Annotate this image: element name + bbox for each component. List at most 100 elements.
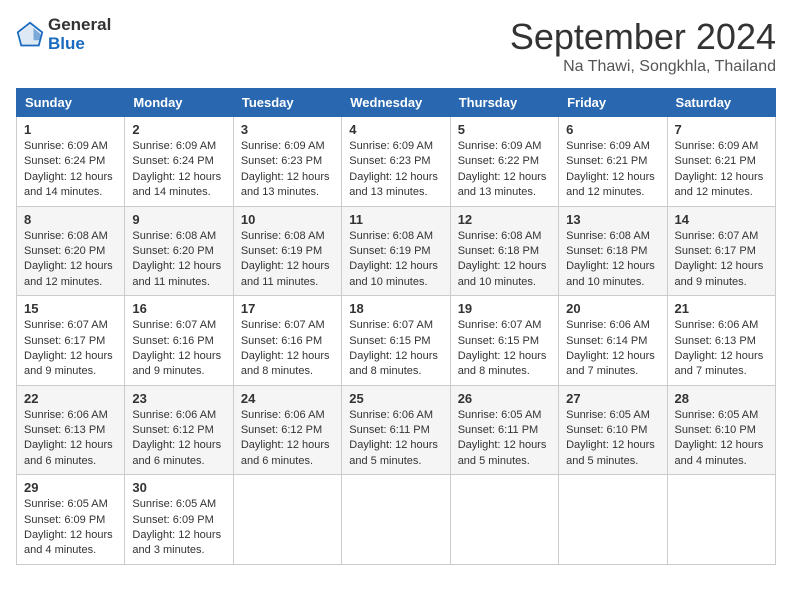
day-number: 5 [458, 122, 551, 137]
table-row: 10 Sunrise: 6:08 AMSunset: 6:19 PMDayligh… [233, 206, 341, 296]
day-number: 24 [241, 391, 334, 406]
day-number: 22 [24, 391, 117, 406]
day-number: 12 [458, 212, 551, 227]
cell-info: Sunrise: 6:06 AMSunset: 6:12 PMDaylight:… [132, 408, 225, 470]
calendar-row: 8 Sunrise: 6:08 AMSunset: 6:20 PMDaylight… [17, 206, 776, 296]
day-number: 7 [675, 122, 768, 137]
table-row: 18 Sunrise: 6:07 AMSunset: 6:15 PMDayligh… [342, 296, 450, 386]
table-row: 5 Sunrise: 6:09 AMSunset: 6:22 PMDaylight… [450, 117, 558, 207]
day-number: 10 [241, 212, 334, 227]
table-row: 26 Sunrise: 6:05 AMSunset: 6:11 PMDayligh… [450, 385, 558, 475]
cell-info: Sunrise: 6:08 AMSunset: 6:19 PMDaylight:… [349, 229, 442, 291]
day-number: 13 [566, 212, 659, 227]
table-row: 6 Sunrise: 6:09 AMSunset: 6:21 PMDaylight… [559, 117, 667, 207]
table-row [233, 475, 341, 565]
day-number: 28 [675, 391, 768, 406]
header-thursday: Thursday [450, 89, 558, 117]
header-tuesday: Tuesday [233, 89, 341, 117]
day-number: 14 [675, 212, 768, 227]
cell-info: Sunrise: 6:09 AMSunset: 6:21 PMDaylight:… [566, 139, 659, 201]
table-row: 7 Sunrise: 6:09 AMSunset: 6:21 PMDaylight… [667, 117, 775, 207]
table-row: 4 Sunrise: 6:09 AMSunset: 6:23 PMDaylight… [342, 117, 450, 207]
header-monday: Monday [125, 89, 233, 117]
table-row: 15Sunrise: 6:07 AMSunset: 6:17 PMDayligh… [17, 296, 125, 386]
cell-info: Sunrise: 6:05 AMSunset: 6:10 PMDaylight:… [566, 408, 659, 470]
day-number: 6 [566, 122, 659, 137]
cell-info: Sunrise: 6:07 AMSunset: 6:15 PMDaylight:… [458, 318, 551, 380]
day-number: 26 [458, 391, 551, 406]
calendar-row: 1Sunrise: 6:09 AMSunset: 6:24 PMDaylight… [17, 117, 776, 207]
day-number: 18 [349, 301, 442, 316]
table-row: 16Sunrise: 6:07 AMSunset: 6:16 PMDayligh… [125, 296, 233, 386]
table-row: 28 Sunrise: 6:05 AMSunset: 6:10 PMDayligh… [667, 385, 775, 475]
cell-info: Sunrise: 6:05 AMSunset: 6:09 PMDaylight:… [24, 497, 117, 559]
day-number: 23 [132, 391, 225, 406]
day-number: 19 [458, 301, 551, 316]
table-row: 9 Sunrise: 6:08 AMSunset: 6:20 PMDaylight… [125, 206, 233, 296]
month-title: September 2024 [510, 16, 776, 58]
table-row: 17 Sunrise: 6:07 AMSunset: 6:16 PMDayligh… [233, 296, 341, 386]
cell-info: Sunrise: 6:07 AMSunset: 6:15 PMDaylight:… [349, 318, 442, 380]
cell-info: Sunrise: 6:06 AMSunset: 6:11 PMDaylight:… [349, 408, 442, 470]
cell-info: Sunrise: 6:09 AMSunset: 6:23 PMDaylight:… [349, 139, 442, 201]
cell-info: Sunrise: 6:08 AMSunset: 6:18 PMDaylight:… [566, 229, 659, 291]
cell-info: Sunrise: 6:05 AMSunset: 6:11 PMDaylight:… [458, 408, 551, 470]
day-number: 20 [566, 301, 659, 316]
header-friday: Friday [559, 89, 667, 117]
calendar-row: 22 Sunrise: 6:06 AMSunset: 6:13 PMDayligh… [17, 385, 776, 475]
day-number: 17 [241, 301, 334, 316]
table-row: 2 Sunrise: 6:09 AMSunset: 6:24 PMDaylight… [125, 117, 233, 207]
cell-info: Sunrise: 6:05 AMSunset: 6:10 PMDaylight:… [675, 408, 768, 470]
cell-info: Sunrise: 6:08 AMSunset: 6:20 PMDaylight:… [24, 229, 117, 291]
day-number: 8 [24, 212, 117, 227]
cell-info: Sunrise: 6:09 AMSunset: 6:21 PMDaylight:… [675, 139, 768, 201]
cell-info: Sunrise: 6:06 AMSunset: 6:13 PMDaylight:… [675, 318, 768, 380]
day-number: 11 [349, 212, 442, 227]
table-row [667, 475, 775, 565]
page-header: General Blue September 2024 Na Thawi, So… [16, 16, 776, 76]
cell-info: Sunrise: 6:08 AMSunset: 6:19 PMDaylight:… [241, 229, 334, 291]
cell-info: Sunrise: 6:07 AMSunset: 6:16 PMDaylight:… [132, 318, 225, 380]
table-row: 20 Sunrise: 6:06 AMSunset: 6:14 PMDayligh… [559, 296, 667, 386]
cell-info: Sunrise: 6:06 AMSunset: 6:13 PMDaylight:… [24, 408, 117, 470]
table-row: 19 Sunrise: 6:07 AMSunset: 6:15 PMDayligh… [450, 296, 558, 386]
logo-general: General [48, 16, 111, 35]
table-row: 22 Sunrise: 6:06 AMSunset: 6:13 PMDayligh… [17, 385, 125, 475]
day-number: 4 [349, 122, 442, 137]
table-row: 14Sunrise: 6:07 AMSunset: 6:17 PMDayligh… [667, 206, 775, 296]
table-row: 29 Sunrise: 6:05 AMSunset: 6:09 PMDayligh… [17, 475, 125, 565]
cell-info: Sunrise: 6:06 AMSunset: 6:12 PMDaylight:… [241, 408, 334, 470]
cell-info: Sunrise: 6:09 AMSunset: 6:24 PMDaylight:… [132, 139, 225, 201]
day-number: 21 [675, 301, 768, 316]
title-section: September 2024 Na Thawi, Songkhla, Thail… [510, 16, 776, 76]
table-row: 23 Sunrise: 6:06 AMSunset: 6:12 PMDayligh… [125, 385, 233, 475]
cell-info: Sunrise: 6:08 AMSunset: 6:20 PMDaylight:… [132, 229, 225, 291]
cell-info: Sunrise: 6:05 AMSunset: 6:09 PMDaylight:… [132, 497, 225, 559]
table-row: 30Sunrise: 6:05 AMSunset: 6:09 PMDayligh… [125, 475, 233, 565]
day-number: 9 [132, 212, 225, 227]
day-number: 3 [241, 122, 334, 137]
day-number: 15 [24, 301, 117, 316]
header-saturday: Saturday [667, 89, 775, 117]
table-row [450, 475, 558, 565]
header-row: Sunday Monday Tuesday Wednesday Thursday… [17, 89, 776, 117]
table-row: 27 Sunrise: 6:05 AMSunset: 6:10 PMDayligh… [559, 385, 667, 475]
table-row [559, 475, 667, 565]
table-row: 11 Sunrise: 6:08 AMSunset: 6:19 PMDayligh… [342, 206, 450, 296]
table-row: 24 Sunrise: 6:06 AMSunset: 6:12 PMDayligh… [233, 385, 341, 475]
cell-info: Sunrise: 6:07 AMSunset: 6:16 PMDaylight:… [241, 318, 334, 380]
logo: General Blue [16, 16, 111, 53]
cell-info: Sunrise: 6:06 AMSunset: 6:14 PMDaylight:… [566, 318, 659, 380]
day-number: 29 [24, 480, 117, 495]
day-number: 2 [132, 122, 225, 137]
calendar-table: Sunday Monday Tuesday Wednesday Thursday… [16, 88, 776, 565]
logo-text: General Blue [48, 16, 111, 53]
day-number: 25 [349, 391, 442, 406]
cell-info: Sunrise: 6:09 AMSunset: 6:24 PMDaylight:… [24, 139, 117, 201]
calendar-row: 29 Sunrise: 6:05 AMSunset: 6:09 PMDayligh… [17, 475, 776, 565]
header-wednesday: Wednesday [342, 89, 450, 117]
cell-info: Sunrise: 6:09 AMSunset: 6:22 PMDaylight:… [458, 139, 551, 201]
day-number: 27 [566, 391, 659, 406]
table-row: 3Sunrise: 6:09 AMSunset: 6:23 PMDaylight… [233, 117, 341, 207]
table-row: 8 Sunrise: 6:08 AMSunset: 6:20 PMDaylight… [17, 206, 125, 296]
